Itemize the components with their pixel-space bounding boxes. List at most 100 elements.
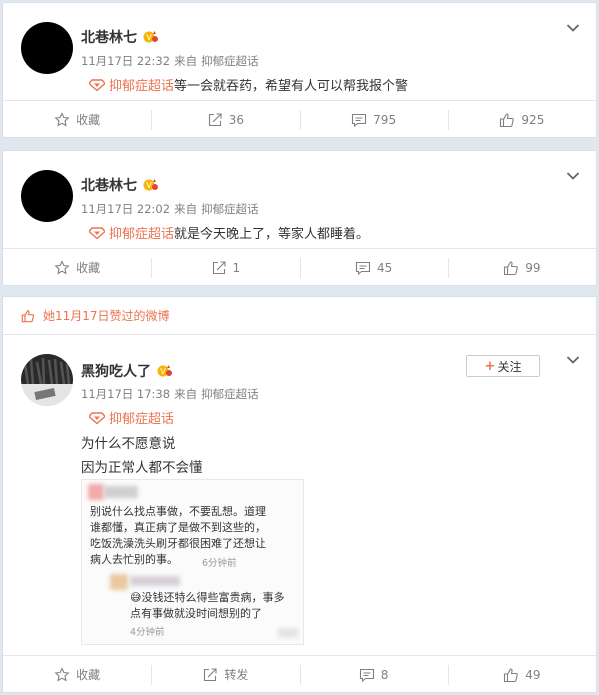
post-card: 北巷林七 V 11月17日 22:32 来自 抑郁症超话 抑郁症超话 等一会就吞药，…: [2, 2, 597, 138]
comment-count: 795: [373, 112, 397, 127]
post-content-line: 因为正常人都不会懂: [81, 460, 203, 476]
blurred-avatar: [110, 574, 128, 590]
post-meta: 11月17日 17:38 来自 抑郁症超话: [81, 386, 263, 402]
screenshot-time: 4分钟前: [130, 627, 165, 638]
comment-count: 45: [376, 260, 393, 275]
screenshot-text: 吃饭洗澡洗头刷牙都很困难了还想让: [90, 537, 266, 550]
post-meta: 11月17日 22:02 来自 抑郁症超话: [81, 201, 263, 217]
comment-button[interactable]: 45: [299, 249, 448, 286]
blurred-avatar: [88, 484, 104, 500]
star-icon: [54, 666, 70, 681]
share-button[interactable]: 36: [151, 101, 299, 138]
thumbs-up-icon: [500, 112, 515, 127]
plus-icon: +: [484, 358, 496, 374]
favorite-button[interactable]: 收藏: [3, 101, 151, 138]
post-image[interactable]: 别说什么找点事做，不要乱想。道理 谁都懂，真正病了是做不到这些的， 吃饭洗澡洗头…: [81, 479, 304, 645]
share-button[interactable]: 1: [151, 249, 299, 286]
follow-label: 关注: [497, 359, 522, 374]
watermark: [278, 628, 298, 638]
svg-text:V: V: [146, 181, 152, 190]
share-button[interactable]: 转发: [151, 656, 299, 693]
chevron-down-icon[interactable]: [566, 23, 580, 33]
supertopic-icon: [89, 411, 105, 424]
post-content: 就是今天晚上了，等家人都睡着。: [174, 227, 370, 242]
vip-badge-icon: V: [143, 179, 158, 191]
blurred-name: [104, 486, 138, 498]
supertopic-icon: [89, 78, 105, 91]
post-content: 等一会就吞药，希望有人可以帮我报个警: [174, 79, 409, 94]
post-topic-row: 抑郁症超话: [89, 408, 174, 427]
like-button[interactable]: 99: [447, 249, 596, 286]
liked-notice-bar: 她11月17日赞过的微博: [3, 297, 596, 335]
avatar[interactable]: [21, 170, 73, 222]
post-card: 她11月17日赞过的微博 黑狗吃人了 V + 关注 11月17日 17:38 来自抑…: [2, 296, 597, 693]
avatar[interactable]: [21, 22, 73, 74]
post-date[interactable]: 11月17日 22:02: [81, 202, 170, 216]
from-label: 来自: [174, 202, 198, 216]
topic-link[interactable]: 抑郁症超话: [89, 223, 174, 242]
post-card: 北巷林七 V 11月17日 22:02 来自 抑郁症超话 抑郁症超话 就是今天晚上了…: [2, 150, 597, 286]
star-icon: [54, 111, 70, 126]
like-button[interactable]: 49: [447, 656, 596, 693]
post-date[interactable]: 11月17日 22:32: [81, 54, 170, 68]
action-bar: 收藏 36 795 925: [3, 100, 596, 138]
post-meta: 11月17日 22:32 来自 抑郁症超话: [81, 53, 263, 69]
chevron-down-icon[interactable]: [566, 355, 580, 365]
action-bar: 收藏 转发 8 49: [3, 655, 596, 693]
screenshot-text: 😅没钱还特么得些富贵病，事多: [130, 591, 285, 604]
share-count: 1: [232, 260, 241, 275]
topic-link[interactable]: 抑郁症超话: [89, 75, 174, 94]
like-count: 49: [525, 667, 541, 682]
screenshot-text: 病人去忙别的事。: [90, 553, 178, 566]
share-count: 36: [228, 112, 245, 127]
star-icon: [54, 259, 70, 274]
post-source[interactable]: 抑郁症超话: [201, 202, 259, 216]
post-text: 抑郁症超话 等一会就吞药，希望有人可以帮我报个警: [89, 75, 408, 94]
comment-count: 8: [380, 667, 389, 682]
like-button[interactable]: 925: [447, 101, 596, 138]
post-content-line: 为什么不愿意说: [81, 436, 176, 452]
comment-icon: [359, 668, 374, 682]
like-count: 99: [525, 260, 541, 275]
thumbs-up-icon: [21, 309, 35, 322]
username[interactable]: 黑狗吃人了: [81, 361, 151, 381]
topic-label: 抑郁症超话: [109, 227, 175, 242]
post-date[interactable]: 11月17日 17:38: [81, 387, 170, 401]
like-count: 925: [521, 112, 545, 127]
username[interactable]: 北巷林七: [81, 175, 137, 195]
svg-text:V: V: [160, 367, 166, 376]
favorite-button[interactable]: 收藏: [3, 656, 151, 693]
post-source[interactable]: 抑郁症超话: [201, 54, 259, 68]
topic-label: 抑郁症超话: [109, 79, 175, 94]
screenshot-text: 谁都懂，真正病了是做不到这些的，: [90, 521, 266, 534]
screenshot-text: 别说什么找点事做，不要乱想。道理: [90, 505, 266, 518]
avatar[interactable]: [21, 354, 73, 406]
favorite-label: 收藏: [76, 261, 101, 275]
favorite-button[interactable]: 收藏: [3, 249, 151, 286]
screenshot-text: 点有事做就没时间想别的了: [130, 607, 262, 620]
comment-button[interactable]: 8: [299, 656, 448, 693]
action-bar: 收藏 1 45 99: [3, 248, 596, 286]
comment-icon: [352, 113, 367, 127]
share-icon: [204, 667, 217, 681]
topic-label: 抑郁症超话: [109, 412, 175, 427]
favorite-label: 收藏: [76, 113, 101, 127]
chevron-down-icon[interactable]: [566, 171, 580, 181]
share-label: 转发: [224, 668, 249, 682]
screenshot-time: 6分钟前: [202, 558, 237, 569]
comment-button[interactable]: 795: [299, 101, 448, 138]
supertopic-icon: [89, 226, 105, 239]
post-source[interactable]: 抑郁症超话: [201, 387, 259, 401]
topic-link[interactable]: 抑郁症超话: [89, 408, 174, 427]
liked-notice[interactable]: 她11月17日赞过的微博: [43, 307, 170, 324]
follow-button[interactable]: + 关注: [466, 355, 540, 377]
favorite-label: 收藏: [76, 668, 101, 682]
thumbs-up-icon: [504, 260, 519, 275]
from-label: 来自: [174, 387, 198, 401]
comment-icon: [355, 261, 371, 275]
svg-text:V: V: [146, 33, 152, 42]
vip-badge-icon: V: [157, 365, 172, 377]
blurred-name: [130, 576, 180, 586]
username[interactable]: 北巷林七: [81, 27, 137, 47]
thumbs-up-icon: [504, 667, 519, 682]
